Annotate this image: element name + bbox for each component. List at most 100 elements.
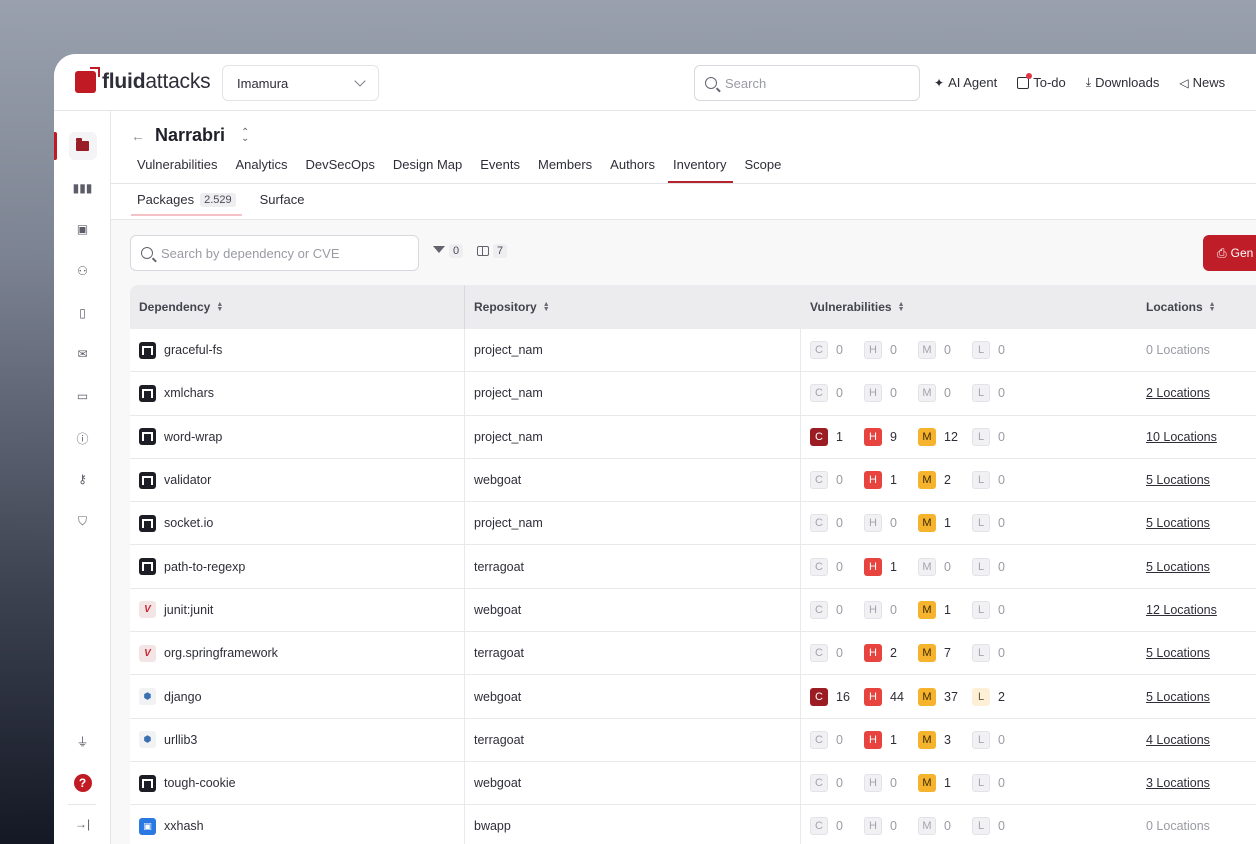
severity-count: 1 xyxy=(890,732,897,747)
tab-analytics[interactable]: Analytics xyxy=(235,157,287,183)
severity-c-count: C 16 xyxy=(810,687,850,706)
sidebar-item-members[interactable]: ⚇ xyxy=(54,257,111,285)
table-row[interactable]: path-to-regexp terragoat C 0 H 1 M 0 L 0 5 Locatio… xyxy=(130,545,1256,589)
sidebar-item-groups[interactable] xyxy=(54,132,111,160)
sidebar-item-billing[interactable]: ▭ xyxy=(54,382,111,410)
severity-badge: H xyxy=(864,774,882,793)
severity-badge: L xyxy=(972,384,990,403)
table-row[interactable]: Vjunit:junit webgoat C 0 H 0 M 1 L 0 12 Locations xyxy=(130,588,1256,633)
tab-design-map[interactable]: Design Map xyxy=(393,157,462,183)
column-header-locations[interactable]: Locations ▲ ▼ xyxy=(1137,285,1256,329)
table-row[interactable]: ⬢ django webgoat C 16 H 44 M 37 L 2 5 Locations xyxy=(130,675,1256,719)
severity-count: 0 xyxy=(836,602,843,617)
severity-c-count: C0 xyxy=(810,730,850,749)
sidebar-item-analytics[interactable]: ▮▮▮ xyxy=(54,174,111,202)
news-button[interactable]: ◁ News xyxy=(1179,75,1225,90)
subtab-packages[interactable]: Packages 2.529 xyxy=(131,192,242,216)
table-row[interactable]: graceful-fs project_nam C 0 H 0 M 0 L 0 0 Location… xyxy=(130,329,1256,373)
tab-vulnerabilities[interactable]: Vulnerabilities xyxy=(137,157,217,183)
back-arrow-icon[interactable]: ← xyxy=(131,128,145,144)
column-header-repository[interactable]: Repository ▲ ▼ xyxy=(465,285,801,329)
organization-select[interactable]: Imamura xyxy=(222,65,379,101)
dependency-search-input[interactable]: Search by dependency or CVE xyxy=(130,235,419,271)
column-header-dependency[interactable]: Dependency ▲ ▼ xyxy=(130,285,465,329)
generate-report-button[interactable]: ⎙ Gen xyxy=(1203,235,1256,271)
sort-icon: ▲ ▼ xyxy=(542,301,550,313)
severity-count: 0 xyxy=(890,776,897,791)
tab-authors[interactable]: Authors xyxy=(610,157,655,183)
sidebar-item-documents[interactable]: ▯ xyxy=(54,299,111,327)
table-row[interactable]: word-wrap project_nam C 1 H 9 M 12 L 0 10 Location… xyxy=(130,415,1256,459)
sidebar-item-portfolio[interactable]: ▣ xyxy=(54,215,111,243)
vulnerabilities-cell: C0H1M2L0 xyxy=(801,459,1137,501)
sidebar-item-integrations[interactable]: ⏚ xyxy=(54,727,111,755)
locations-cell: 4 Locations xyxy=(1137,719,1256,761)
table-row[interactable]: validator webgoat C 0 H 1 M 2 L 0 5 Locations xyxy=(130,458,1256,503)
tab-scope[interactable]: Scope xyxy=(744,157,781,183)
severity-badge: H xyxy=(864,341,882,360)
severity-l-count: L0 xyxy=(972,557,1012,576)
severity-badge: L xyxy=(972,341,990,360)
locations-link[interactable]: 10 Locations xyxy=(1146,430,1217,444)
table-row[interactable]: xmlchars project_nam C 0 H 0 M 0 L 0 2 Locations xyxy=(130,372,1256,416)
locations-link[interactable]: 5 Locations xyxy=(1146,646,1210,660)
group-tabs: Vulnerabilities Analytics DevSecOps Desi… xyxy=(137,157,781,183)
locations-link[interactable]: 5 Locations xyxy=(1146,690,1210,704)
help-button[interactable]: ? xyxy=(54,769,111,797)
help-icon: ? xyxy=(73,774,92,792)
logo-mark-icon xyxy=(75,67,100,93)
brand-logo[interactable]: fluidattacks xyxy=(75,67,211,94)
severity-h-count: H1 xyxy=(864,471,904,490)
severity-c-count: C0 xyxy=(810,774,850,793)
tab-members[interactable]: Members xyxy=(538,157,592,183)
dependency-cell: ⬢ django xyxy=(130,675,465,718)
tab-events[interactable]: Events xyxy=(480,157,520,183)
severity-m-count: M3 xyxy=(918,730,958,749)
severity-count: 0 xyxy=(944,386,951,401)
sidebar-item-inbox[interactable]: ✉ xyxy=(54,340,111,368)
todo-button[interactable]: To-do xyxy=(1017,72,1066,90)
ai-agent-button[interactable]: ✦ AI Agent xyxy=(934,75,997,90)
locations-link[interactable]: 5 Locations xyxy=(1146,473,1210,487)
columns-button[interactable]: 7 xyxy=(477,244,508,258)
severity-count: 0 xyxy=(998,602,1005,617)
subtab-surface[interactable]: Surface xyxy=(254,192,311,216)
table-row[interactable]: Vorg.springframework terragoat C 0 H 2 M 7 L 0 5 L… xyxy=(130,632,1256,676)
sidebar-item-credentials[interactable]: ⚷ xyxy=(54,465,111,493)
filters-button[interactable]: 0 xyxy=(433,244,464,258)
tab-devsecops[interactable]: DevSecOps xyxy=(305,157,374,183)
severity-count: 1 xyxy=(890,559,897,574)
collapse-sidebar-button[interactable]: →| xyxy=(54,810,111,838)
table-row[interactable]: ▣ xxhash bwapp C 0 H 0 M 0 L 0 0 Locations xyxy=(130,805,1256,844)
top-actions: ✦ AI Agent To-do ⤓ Downloads ◁ News xyxy=(934,54,1225,111)
severity-l-count: L0 xyxy=(972,817,1012,836)
table-row[interactable]: socket.io project_nam C 0 H 0 M 1 L 0 5 Locations xyxy=(130,502,1256,546)
severity-badge: L xyxy=(972,687,990,706)
column-header-vulnerabilities[interactable]: Vulnerabilities ▲ ▼ xyxy=(801,285,1137,329)
locations-link[interactable]: 12 Locations xyxy=(1146,603,1217,617)
severity-count: 2 xyxy=(944,473,951,488)
download-icon: ⤓ xyxy=(1085,75,1092,89)
global-search-input[interactable]: Search xyxy=(694,65,920,101)
severity-badge: M xyxy=(918,557,936,576)
sidebar-item-policies[interactable]: ⛉ xyxy=(54,507,111,535)
sidebar-item-alerts[interactable]: ⓘ xyxy=(54,424,111,452)
locations-link[interactable]: 2 Locations xyxy=(1146,386,1210,400)
locations-link[interactable]: 5 Locations xyxy=(1146,560,1210,574)
locations-link[interactable]: 3 Locations xyxy=(1146,776,1210,790)
severity-badge: C xyxy=(810,384,828,403)
shield-icon: ⛉ xyxy=(77,513,87,528)
tab-inventory[interactable]: Inventory xyxy=(667,157,735,183)
locations-link[interactable]: 4 Locations xyxy=(1146,733,1210,747)
switch-group-icon[interactable]: ⌃ ⌄ xyxy=(241,127,249,143)
table-row[interactable]: ⬢ urllib3 terragoat C 0 H 1 M 3 L 0 4 Locations xyxy=(130,718,1256,762)
downloads-button[interactable]: ⤓ Downloads xyxy=(1086,75,1160,90)
severity-c-count: C0 xyxy=(810,514,850,533)
npm-icon xyxy=(139,514,156,532)
locations-cell: 0 Locations xyxy=(1137,805,1256,844)
locations-link[interactable]: 5 Locations xyxy=(1146,516,1210,530)
severity-badge: H xyxy=(864,730,882,749)
dependency-name: django xyxy=(164,689,202,704)
severity-count: 0 xyxy=(836,473,843,488)
table-row[interactable]: tough-cookie webgoat C 0 H 0 M 1 L 0 3 Locations xyxy=(130,761,1256,806)
